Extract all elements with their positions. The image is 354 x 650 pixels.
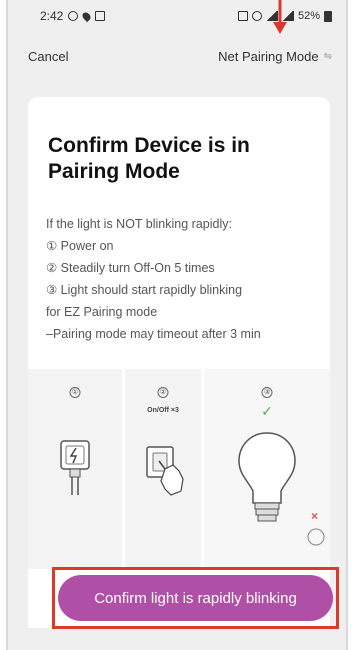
- instruction-line: for EZ Pairing mode: [46, 305, 158, 319]
- step-panel-power: ①: [28, 369, 122, 569]
- step-number: ③: [261, 387, 273, 398]
- instructions: If the light is NOT blinking rapidly: ① …: [46, 213, 326, 345]
- mode-switch-button[interactable]: Net Pairing Mode ⇋: [218, 49, 332, 64]
- small-circle-icon: [307, 528, 325, 546]
- instruction-line: –Pairing mode may timeout after 3 min: [46, 327, 261, 341]
- status-time: 2:42: [40, 9, 64, 23]
- instruction-line: ③ Light should start rapidly blinking: [46, 283, 243, 297]
- mode-label: Net Pairing Mode: [218, 48, 319, 64]
- phone-frame: 2:42 52% Cancel Net Pairing Mode ⇋ Confi…: [0, 0, 354, 650]
- cancel-button[interactable]: Cancel: [28, 49, 68, 64]
- step-number: ①: [69, 387, 81, 398]
- vibrate-icon: [237, 11, 248, 21]
- switch-icon: ⇋: [323, 50, 332, 62]
- status-bar: 2:42 52%: [8, 0, 346, 32]
- top-nav: Cancel Net Pairing Mode ⇋: [8, 36, 346, 76]
- status-left: 2:42: [40, 9, 106, 23]
- light-switch-icon: [146, 446, 184, 496]
- app-screen: 2:42 52% Cancel Net Pairing Mode ⇋ Confi…: [6, 0, 348, 650]
- instruction-line: ① Power on: [46, 239, 114, 253]
- card-title: Confirm Device is in Pairing Mode: [48, 134, 250, 183]
- battery-icon: [324, 10, 332, 22]
- step-panel-switch: ② On/Off ×3: [125, 369, 201, 569]
- location-icon: [81, 10, 93, 22]
- instruction-line: If the light is NOT blinking rapidly:: [46, 217, 232, 231]
- pairing-illustration: ① ② On/Off ×3 ③ ✓ ×: [28, 369, 330, 569]
- whatsapp-icon: [68, 11, 79, 21]
- light-bulb-icon: [238, 432, 296, 522]
- check-icon: ✓: [261, 403, 273, 419]
- bluetooth-icon: [251, 11, 262, 21]
- gallery-icon: [95, 11, 106, 21]
- red-arrow-icon: [273, 0, 287, 34]
- plug-icon: [60, 440, 90, 495]
- step-number: ②: [157, 387, 169, 398]
- confirm-button[interactable]: Confirm light is rapidly blinking: [58, 575, 333, 621]
- switch-label: On/Off ×3: [147, 407, 179, 414]
- battery-percent: 52%: [297, 10, 320, 22]
- instruction-line: ② Steadily turn Off-On 5 times: [46, 261, 215, 275]
- step-panel-bulb: ③ ✓ ×: [204, 369, 330, 569]
- bottom-bar: [8, 628, 346, 650]
- close-icon: ×: [310, 509, 318, 523]
